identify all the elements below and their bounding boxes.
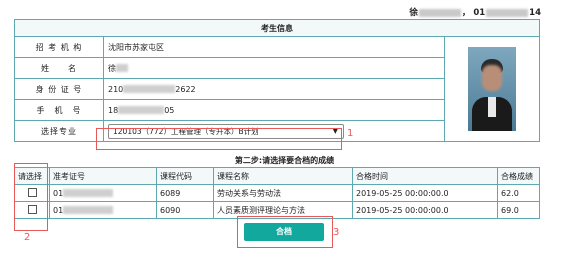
phone-suffix: 05 <box>164 105 175 115</box>
candidate-info-table: 考生信息 招 考 机 构 沈阳市苏家屯区 姓 名 徐 身 份 证 号 210 26… <box>14 19 540 142</box>
phone-label: 手 机 号 <box>14 99 104 121</box>
ticket-cell: 01 <box>49 184 157 202</box>
annotation-3: 3 <box>333 227 340 238</box>
ticket-prefix: 01 <box>53 188 64 198</box>
pass-time-cell: 2019-05-25 00:00:00.0 <box>352 184 498 202</box>
course-code-cell: 6090 <box>156 201 214 219</box>
course-name-cell: 劳动关系与劳动法 <box>213 184 353 202</box>
course-code-cell: 6089 <box>156 184 214 202</box>
phone-value: 18 05 <box>103 99 445 121</box>
ticket-cell: 01 <box>49 201 157 219</box>
name-value: 徐 <box>103 57 445 79</box>
phone-prefix: 18 <box>108 105 119 115</box>
col-score: 合格成绩 <box>497 167 540 185</box>
user-id-suffix: 14 <box>529 8 541 18</box>
redacted-id-number <box>123 85 176 93</box>
redacted-ticket <box>63 206 114 214</box>
annotation-2: 2 <box>24 232 31 243</box>
step2-title: 第二步:请选择要合档的成绩 <box>234 156 335 165</box>
col-course-code: 课程代码 <box>156 167 214 185</box>
score-cell: 62.0 <box>497 184 540 202</box>
redacted-id <box>486 8 529 17</box>
user-info: 徐 ， 01 14 <box>409 6 541 18</box>
user-id-prefix: ， 01 <box>461 8 486 18</box>
scores-table: 请选择 准考证号 课程代码 课程名称 合格时间 合格成绩 01 6089 劳动关… <box>14 167 540 219</box>
redacted-ticket <box>63 189 114 197</box>
annotation-box-submit <box>237 216 333 248</box>
ticket-prefix: 01 <box>53 205 64 215</box>
annotation-1: 1 <box>347 128 354 139</box>
major-label: 选择专业 <box>14 120 104 142</box>
annotation-box-checkbox <box>14 163 48 231</box>
col-ticket: 准考证号 <box>49 167 157 185</box>
name-text: 徐 <box>108 63 116 73</box>
redacted-phone <box>118 106 165 114</box>
user-name-prefix: 徐 <box>409 8 418 18</box>
id-label: 身 份 证 号 <box>14 78 104 100</box>
table-row: 01 6089 劳动关系与劳动法 2019-05-25 00:00:00.0 6… <box>14 184 540 202</box>
org-value: 沈阳市苏家屯区 <box>103 36 445 58</box>
candidate-photo <box>468 47 516 131</box>
col-course-name: 课程名称 <box>213 167 353 185</box>
score-cell: 69.0 <box>497 201 540 219</box>
redacted-name-part <box>116 64 128 72</box>
id-suffix: 2622 <box>175 84 196 94</box>
photo-cell <box>444 36 540 142</box>
name-label: 姓 名 <box>14 57 104 79</box>
col-pass-time: 合格时间 <box>352 167 498 185</box>
redacted-name <box>418 8 461 17</box>
org-label: 招 考 机 构 <box>14 36 104 58</box>
id-value: 210 2622 <box>103 78 445 100</box>
annotation-box-major <box>96 128 342 150</box>
id-prefix: 210 <box>108 84 124 94</box>
pass-time-cell: 2019-05-25 00:00:00.0 <box>352 201 498 219</box>
candidate-info-title: 考生信息 <box>14 19 540 37</box>
